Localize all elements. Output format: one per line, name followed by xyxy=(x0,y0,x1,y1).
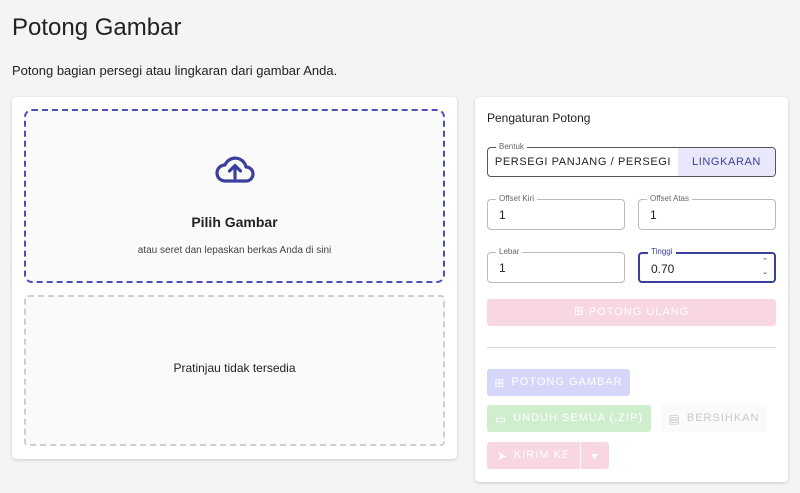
image-card: Pilih Gambar atau seret dan lepaskan ber… xyxy=(12,97,457,459)
preview-area: Pratinjau tidak tersedia xyxy=(24,295,445,446)
send-to-button[interactable]: ➤ KIRIM KE xyxy=(487,442,580,469)
cloud-upload-icon xyxy=(214,156,255,183)
download-all-label: UNDUH SEMUA (.ZIP) xyxy=(513,412,644,424)
folder-zip-icon: ▭ xyxy=(494,411,508,426)
offset-top-field[interactable]: Offset Atas 1 xyxy=(638,194,776,230)
page-title: Potong Gambar xyxy=(12,14,182,41)
crop-settings-card: Pengaturan Potong Bentuk PERSEGI PANJANG… xyxy=(475,97,788,482)
shape-option-rectangle[interactable]: PERSEGI PANJANG / PERSEGI xyxy=(488,148,678,176)
shape-option-circle[interactable]: LINGKARAN xyxy=(678,148,775,176)
send-to-label: KIRIM KE xyxy=(513,449,571,461)
offset-left-field[interactable]: Offset Kiri 1 xyxy=(487,194,625,230)
page-subtitle: Potong bagian persegi atau lingkaran dar… xyxy=(12,63,338,78)
recrop-button[interactable]: ⊞ POTONG ULANG xyxy=(487,299,776,326)
crop-image-label: POTONG GAMBAR xyxy=(511,376,623,388)
offset-left-value: 1 xyxy=(499,208,506,222)
height-stepper[interactable]: ⌃ ⌄ xyxy=(761,256,769,278)
clear-button[interactable]: ▤ BERSIHKAN xyxy=(661,405,767,432)
dropdown-arrow-icon: ▾ xyxy=(591,448,599,463)
offset-top-label: Offset Atas xyxy=(647,194,692,204)
send-icon: ➤ xyxy=(496,448,508,463)
upload-hint: atau seret dan lepaskan berkas Anda di s… xyxy=(137,245,332,256)
crop-icon: ⊞ xyxy=(494,375,506,390)
width-value: 1 xyxy=(499,261,506,275)
width-field[interactable]: Lebar 1 xyxy=(487,247,625,283)
divider xyxy=(487,347,776,348)
width-label: Lebar xyxy=(496,247,523,257)
upload-dropzone[interactable]: Pilih Gambar atau seret dan lepaskan ber… xyxy=(24,109,445,283)
clear-list-icon: ▤ xyxy=(668,411,681,426)
offset-top-value: 1 xyxy=(650,208,657,222)
send-to-menu-button[interactable]: ▾ xyxy=(581,442,609,469)
stepper-up-icon[interactable]: ⌃ xyxy=(761,256,769,267)
height-label: Tinggi xyxy=(648,247,676,257)
shape-toggle-group: Bentuk PERSEGI PANJANG / PERSEGI LINGKAR… xyxy=(487,142,776,177)
offset-left-label: Offset Kiri xyxy=(496,194,537,204)
stepper-down-icon[interactable]: ⌄ xyxy=(761,267,769,278)
upload-title: Pilih Gambar xyxy=(191,214,278,230)
download-all-button[interactable]: ▭ UNDUH SEMUA (.ZIP) xyxy=(487,405,651,432)
crop-image-button[interactable]: ⊞ POTONG GAMBAR xyxy=(487,369,630,396)
clear-label: BERSIHKAN xyxy=(686,412,760,424)
crop-icon: ⊞ xyxy=(573,304,585,318)
settings-title: Pengaturan Potong xyxy=(487,111,591,125)
preview-empty-text: Pratinjau tidak tersedia xyxy=(173,361,296,375)
recrop-label: POTONG ULANG xyxy=(588,306,690,318)
height-value: 0.70 xyxy=(651,262,675,276)
height-field[interactable]: Tinggi 0.70 ⌃ ⌄ xyxy=(638,247,776,283)
